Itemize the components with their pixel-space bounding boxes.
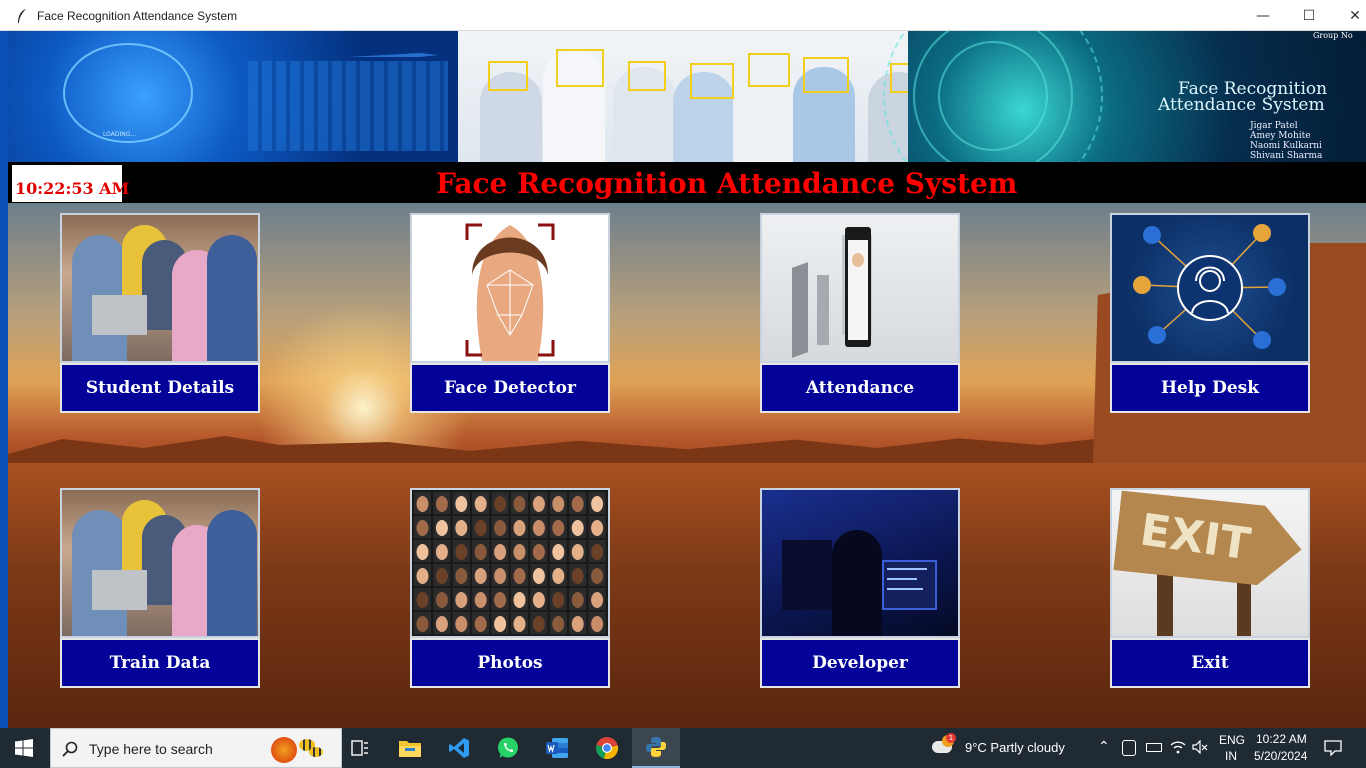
taskbar-date[interactable]: 5/20/2024 [1254, 749, 1307, 763]
tk-feather-icon [18, 9, 26, 23]
tile-developer[interactable]: Developer [760, 488, 960, 688]
close-button[interactable]: ✕ [1332, 0, 1366, 31]
weather-icon[interactable]: 1 [932, 733, 956, 757]
volume-muted-icon[interactable] [1192, 740, 1208, 754]
language-region[interactable]: IN [1225, 749, 1237, 763]
search-highlight-bees-icon[interactable] [269, 735, 337, 763]
developer-button[interactable]: Developer [760, 638, 960, 688]
face-detection-box [628, 61, 666, 91]
attendance-button[interactable]: Attendance [760, 363, 960, 413]
page-title: Face Recognition Attendance System [436, 167, 1018, 200]
group-label: Group No [1313, 31, 1353, 40]
face-mesh-icon[interactable] [410, 213, 610, 363]
students-photo-icon[interactable] [60, 488, 260, 638]
search-placeholder: Type here to search [89, 741, 213, 757]
meet-now-icon[interactable] [1122, 740, 1136, 756]
weather-text[interactable]: 9°C Partly cloudy [965, 740, 1065, 755]
whatsapp-icon[interactable] [484, 728, 532, 768]
banner-people-image [458, 31, 930, 162]
chrome-icon[interactable] [583, 728, 631, 768]
clock-label: 10:22:53 AM [12, 165, 129, 202]
help-desk-button[interactable]: Help Desk [1110, 363, 1310, 413]
language-indicator[interactable]: ENG [1219, 733, 1245, 747]
face-detection-box [803, 57, 849, 93]
loading-caption: LOADING... [103, 131, 137, 138]
task-view-icon[interactable] [336, 728, 384, 768]
windows-start-icon[interactable] [0, 728, 48, 768]
word-icon[interactable] [533, 728, 581, 768]
maximize-button[interactable]: ☐ [1286, 0, 1332, 31]
taskbar-search-box[interactable]: Type here to search [50, 728, 342, 768]
team-names: Jigar Patel Amey Mohite Naomi Kulkarni S… [1250, 121, 1322, 161]
face-detection-box [690, 63, 734, 99]
wifi-icon[interactable] [1170, 740, 1186, 754]
exit-button[interactable]: Exit [1110, 638, 1310, 688]
search-icon [62, 741, 78, 757]
exit-sign-icon[interactable]: EXIT [1110, 488, 1310, 638]
team-name: Amey Mohite [1250, 131, 1311, 141]
team-name: Naomi Kulkarni [1250, 141, 1322, 151]
developer-desk-icon[interactable] [760, 488, 960, 638]
minimize-button[interactable]: — [1240, 0, 1286, 31]
photos-button[interactable]: Photos [410, 638, 610, 688]
tile-exit[interactable]: EXIT Exit [1110, 488, 1310, 688]
face-detection-box [556, 49, 604, 87]
tile-help-desk[interactable]: Help Desk [1110, 213, 1310, 413]
python-icon[interactable] [632, 728, 680, 768]
taskbar: Type here to search 1 9°C Partly cloudy … [0, 728, 1366, 768]
vscode-icon[interactable] [435, 728, 483, 768]
tile-face-detector[interactable]: Face Detector [410, 213, 610, 413]
face-detector-button[interactable]: Face Detector [410, 363, 610, 413]
train-data-button[interactable]: Train Data [60, 638, 260, 688]
chevron-up-icon[interactable]: ⌃ [1098, 738, 1110, 755]
tile-photos[interactable]: Photos [410, 488, 610, 688]
face-detection-box [488, 61, 528, 91]
banner-tech-image: LOADING... [8, 31, 458, 162]
team-name: Jigar Patel [1250, 121, 1298, 131]
taskbar-time[interactable]: 10:22 AM [1256, 732, 1307, 746]
team-name: Shivani Sharma [1250, 151, 1323, 161]
banner: LOADING... Group No Face Recognition Att… [8, 31, 1366, 162]
face-grid-icon[interactable] [410, 488, 610, 638]
tile-train-data[interactable]: Train Data [60, 488, 260, 688]
file-explorer-icon[interactable] [386, 728, 434, 768]
notification-icon[interactable] [1324, 740, 1342, 756]
students-photo-icon[interactable] [60, 213, 260, 363]
attendance-terminal-icon[interactable] [760, 213, 960, 363]
window-title: Face Recognition Attendance System [37, 9, 238, 23]
banner-title-line2: Attendance System [1158, 95, 1325, 115]
digital-head-icon [63, 43, 193, 143]
tile-student-details[interactable]: Student Details [60, 213, 260, 413]
tile-attendance[interactable]: Attendance [760, 213, 960, 413]
banner-title-image: Group No Face Recognition Attendance Sys… [883, 31, 1366, 162]
window-titlebar: Face Recognition Attendance System — ☐ ✕ [0, 0, 1366, 31]
face-detection-box [748, 53, 790, 87]
battery-icon[interactable] [1146, 743, 1162, 752]
headset-support-icon[interactable] [1110, 213, 1310, 363]
student-details-button[interactable]: Student Details [60, 363, 260, 413]
desktop-edge [0, 31, 8, 728]
weather-badge: 1 [946, 733, 956, 743]
